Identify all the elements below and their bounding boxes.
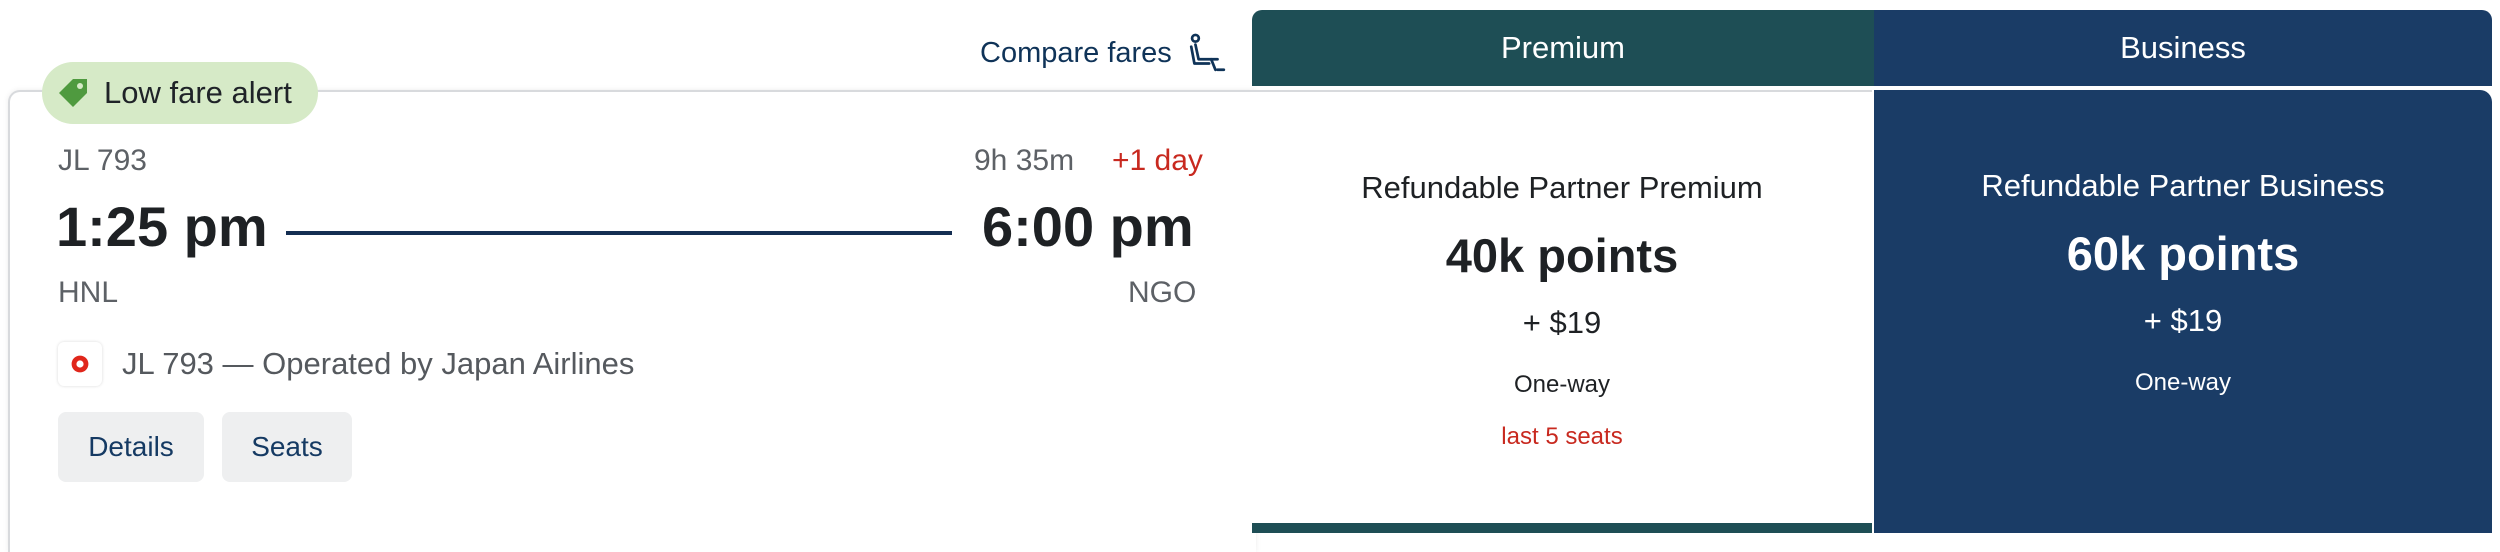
compare-fares-link[interactable]: Compare fares bbox=[980, 28, 1228, 78]
tab-business-label: Business bbox=[2120, 30, 2246, 65]
origin-airport: HNL bbox=[58, 276, 119, 309]
compare-fares-label: Compare fares bbox=[980, 36, 1172, 69]
day-offset: +1 day bbox=[1112, 144, 1203, 177]
details-button[interactable]: Details bbox=[58, 412, 204, 482]
fare-option-premium[interactable]: Refundable Partner Premium 40k points + … bbox=[1252, 90, 1872, 533]
seats-button[interactable]: Seats bbox=[222, 412, 352, 482]
tab-premium-label: Premium bbox=[1500, 30, 1625, 65]
route-line bbox=[286, 231, 952, 235]
departure-time: 1:25 pm bbox=[56, 195, 268, 258]
japan-airlines-logo bbox=[58, 342, 102, 386]
fare-points: 60k points bbox=[2066, 227, 2300, 280]
low-fare-alert-badge: Low fare alert bbox=[42, 62, 318, 124]
fare-premium-accent-bar bbox=[1252, 523, 1872, 533]
fare-name: Refundable Partner Business bbox=[1981, 168, 2385, 203]
seat-icon bbox=[1189, 33, 1225, 72]
fare-fee: + $19 bbox=[1522, 305, 1602, 340]
details-button-label: Details bbox=[88, 431, 174, 462]
flight-duration: 9h 35m bbox=[974, 144, 1075, 177]
seats-remaining: last 5 seats bbox=[1501, 423, 1623, 450]
arrival-time: 6:00 pm bbox=[982, 195, 1194, 258]
fare-points: 40k points bbox=[1445, 229, 1679, 282]
destination-airport: NGO bbox=[1128, 276, 1197, 309]
tab-premium[interactable]: Premium bbox=[1252, 10, 1874, 86]
tag-icon bbox=[59, 79, 87, 107]
fare-fee: + $19 bbox=[2143, 303, 2223, 338]
operated-by: JL 793 — Operated by Japan Airlines bbox=[58, 340, 634, 388]
flight-number: JL 793 bbox=[58, 144, 147, 177]
tab-business[interactable]: Business bbox=[1874, 10, 2492, 86]
fare-option-business[interactable]: Refundable Partner Business 60k points +… bbox=[1874, 90, 2492, 533]
low-fare-alert-label: Low fare alert bbox=[104, 75, 292, 110]
operated-by-label: JL 793 — Operated by Japan Airlines bbox=[122, 346, 635, 381]
fare-trip-type: One-way bbox=[2134, 369, 2232, 396]
seats-button-label: Seats bbox=[251, 431, 323, 462]
fare-trip-type: One-way bbox=[1513, 371, 1611, 398]
fare-name: Refundable Partner Premium bbox=[1361, 170, 1763, 205]
